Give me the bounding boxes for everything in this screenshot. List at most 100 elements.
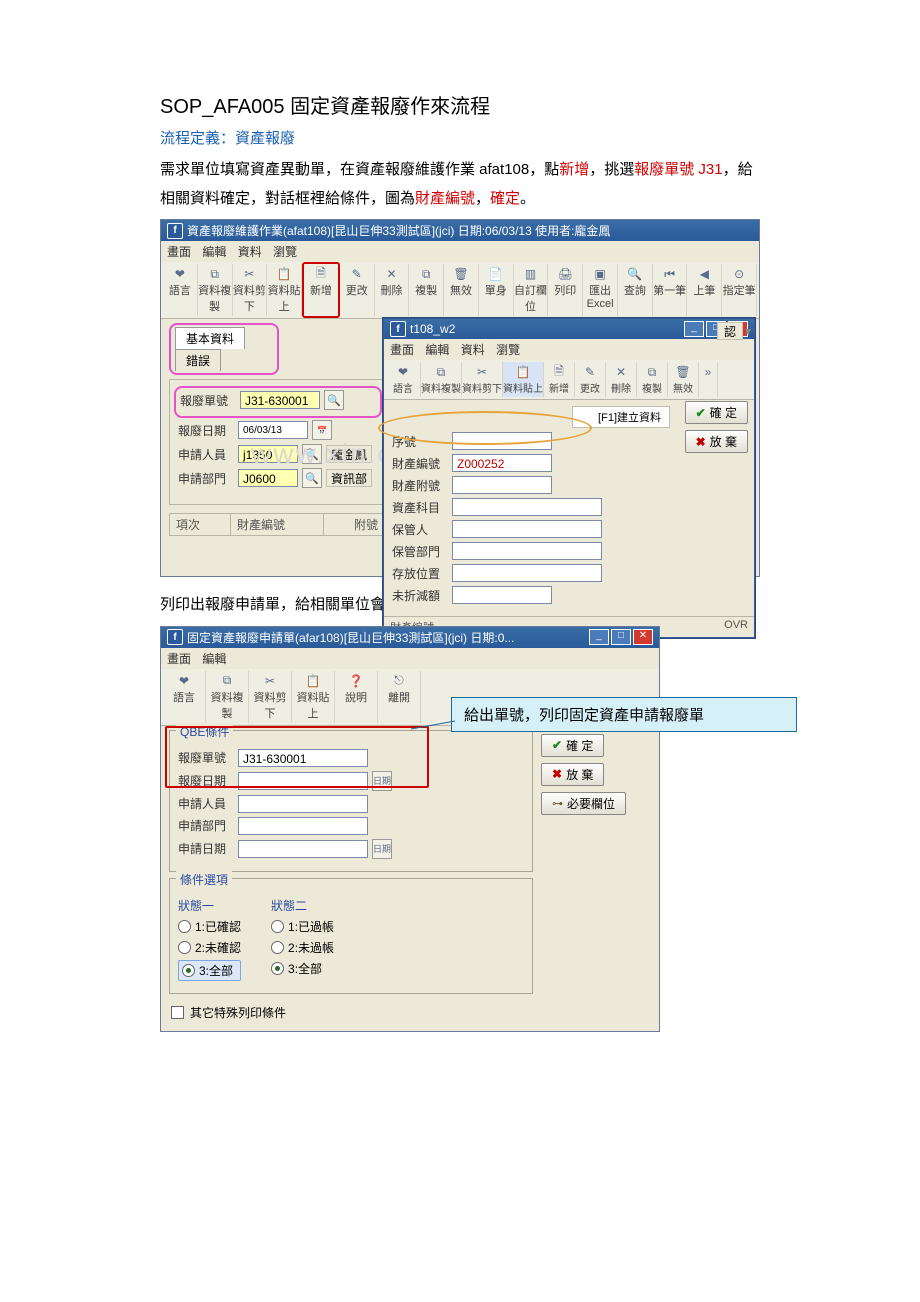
radio-s2-3[interactable]: 3:全部 [271, 960, 334, 977]
tb-dup[interactable]: ⧉複製 [409, 264, 444, 316]
win1-title: 資產報廢維護作業(afat108)[昆山巨伸33測試區](jci) 日期:06/… [187, 222, 610, 239]
inp-account[interactable] [452, 498, 602, 516]
menu-item[interactable]: 資料 [461, 343, 485, 357]
ok-button[interactable]: ✔確 定 [685, 401, 748, 424]
menu-item[interactable]: 資料 [238, 245, 262, 259]
inp-dept2[interactable] [238, 817, 368, 835]
lookup-icon[interactable]: 🔍 [302, 444, 322, 464]
radio-s2-1[interactable]: 1:已過帳 [271, 918, 334, 935]
tb-lang[interactable]: ❤語言 [163, 671, 206, 723]
tb-copy[interactable]: ⧉資料複製 [421, 362, 462, 397]
tb-del[interactable]: ✕刪除 [606, 362, 637, 397]
inp-seq[interactable] [452, 432, 552, 450]
tb-prev[interactable]: ◀上筆 [687, 264, 722, 316]
inp-location[interactable] [452, 564, 602, 582]
tb-paste[interactable]: 📋資料貼上 [503, 362, 544, 397]
required-button[interactable]: ⊶必要欄位 [541, 792, 626, 815]
tb-cut[interactable]: ✂資料剪下 [462, 362, 503, 397]
tb-dup[interactable]: ⧉複製 [637, 362, 668, 397]
tb-goto[interactable]: ⊙指定筆 [722, 264, 757, 316]
tb-edit[interactable]: ✎更改 [340, 264, 375, 316]
min-button[interactable]: _ [684, 321, 704, 337]
menu-item[interactable]: 畫面 [390, 343, 414, 357]
status-right: OVR [724, 619, 748, 635]
inp-keeper-dept[interactable] [452, 542, 602, 560]
ok-button[interactable]: ✔確 定 [541, 734, 604, 757]
inp-remain[interactable] [452, 586, 552, 604]
tb-edit[interactable]: ✎更改 [575, 362, 606, 397]
radio-s1-2[interactable]: 2:未確認 [178, 939, 241, 956]
close-button[interactable]: ✕ [633, 629, 653, 645]
menu-item[interactable]: 畫面 [167, 652, 191, 666]
tb-first[interactable]: ⏮第一筆 [653, 264, 688, 316]
lbl-keeper-dept: 保管部門 [392, 543, 448, 560]
check-icon: ✔ [696, 406, 706, 420]
tb-add[interactable]: 🗎新增 [302, 262, 340, 318]
cancel-button[interactable]: ✖放 棄 [541, 763, 604, 786]
tb-lang[interactable]: ❤語言 [386, 362, 421, 397]
tb-col[interactable]: ▥自訂欄位 [514, 264, 549, 316]
extra-label: 其它特殊列印條件 [190, 1004, 286, 1021]
win-afar108: f 固定資產報廢申請單(afar108)[昆山巨伸33測試區](jci) 日期:… [160, 626, 660, 1032]
tb-void[interactable]: 🗑無效 [444, 264, 479, 316]
lbl-no: 報廢單號 [178, 749, 234, 766]
tb-copy[interactable]: ⧉資料複製 [198, 264, 233, 316]
dept-desc: 資訊部 [326, 469, 372, 487]
lookup-icon[interactable]: 🔍 [324, 390, 344, 410]
inp-dept[interactable]: J0600 [238, 469, 298, 487]
tb-paste[interactable]: 📋資料貼上 [292, 671, 335, 723]
tb-exit[interactable]: ⎋離開 [378, 671, 421, 723]
tb-lang[interactable]: ❤語言 [163, 264, 198, 316]
menu-item[interactable]: 瀏覽 [496, 343, 520, 357]
tab-basic[interactable]: 基本資料 [175, 327, 245, 349]
date-btn[interactable]: 日期 [372, 839, 392, 859]
lookup-icon[interactable]: 🔍 [302, 468, 322, 488]
status-dropdown[interactable]: 認 [717, 322, 743, 340]
def-value: 資產報廢 [235, 130, 295, 147]
win1-toolbar: ❤語言 ⧉資料複製 ✂資料剪下 📋資料貼上 🗎新增 ✎更改 ✕刪除 ⧉複製 🗑無… [161, 262, 759, 319]
inp-applicant[interactable]: j1350 [238, 445, 298, 463]
date-btn[interactable]: 日期 [372, 771, 392, 791]
extra-checkbox[interactable] [171, 1006, 184, 1019]
inp-keeper[interactable] [452, 520, 602, 538]
inp-disposal-date[interactable]: 06/03/13 [238, 421, 308, 439]
menu-item[interactable]: 瀏覽 [273, 245, 297, 259]
menu-item[interactable]: 畫面 [167, 245, 191, 259]
tb-body[interactable]: 📄單身 [479, 264, 514, 316]
date-icon[interactable]: 📅 [312, 420, 332, 440]
radio-s2-2[interactable]: 2:未過帳 [271, 939, 334, 956]
tb-query[interactable]: 🔍查詢 [618, 264, 653, 316]
cond-title: 條件選項 [176, 871, 232, 888]
menu-item[interactable]: 編輯 [425, 343, 449, 357]
inp-asset-sub[interactable] [452, 476, 552, 494]
menu-item[interactable]: 編輯 [202, 652, 226, 666]
tb-cut[interactable]: ✂資料剪下 [233, 264, 268, 316]
paragraph-1: 需求單位填寫資產異動單，在資產報廢維護作業 afat108，點新增，挑選報廢單號… [160, 156, 760, 213]
tb-more[interactable]: » [699, 362, 718, 397]
tb-paste[interactable]: 📋資料貼上 [267, 264, 302, 316]
tb-copy[interactable]: ⧉資料複製 [206, 671, 249, 723]
inp-no[interactable]: J31-630001 [238, 749, 368, 767]
radio-s1-1[interactable]: 1:已確認 [178, 918, 241, 935]
x-icon: ✖ [696, 435, 706, 449]
inp-date[interactable] [238, 772, 368, 790]
tb-print[interactable]: 🖨列印 [548, 264, 583, 316]
radio-s1-3[interactable]: 3:全部 [178, 960, 241, 981]
min-button[interactable]: _ [589, 629, 609, 645]
inp-disposal-no[interactable]: J31-630001 [240, 391, 320, 409]
tab-error[interactable]: 錯誤 [175, 349, 221, 371]
max-button[interactable]: □ [611, 629, 631, 645]
inp-applicant2[interactable] [238, 795, 368, 813]
inp-asset-no[interactable]: Z000252 [452, 454, 552, 472]
callout-tip: 給出單號，列印固定資產申請報廢單 [451, 697, 797, 732]
menu-item[interactable]: 編輯 [202, 245, 226, 259]
inp-appdate[interactable] [238, 840, 368, 858]
cancel-button[interactable]: ✖放 棄 [685, 430, 748, 453]
tb-del[interactable]: ✕刪除 [375, 264, 410, 316]
tb-void[interactable]: 🗑無效 [668, 362, 699, 397]
tb-add[interactable]: 🗎新增 [544, 362, 575, 397]
tb-help[interactable]: ❓說明 [335, 671, 378, 723]
tb-cut[interactable]: ✂資料剪下 [249, 671, 292, 723]
chevron-down-icon[interactable]: ▾ [745, 324, 751, 338]
tb-excel[interactable]: ▣匯出Excel [583, 264, 618, 316]
